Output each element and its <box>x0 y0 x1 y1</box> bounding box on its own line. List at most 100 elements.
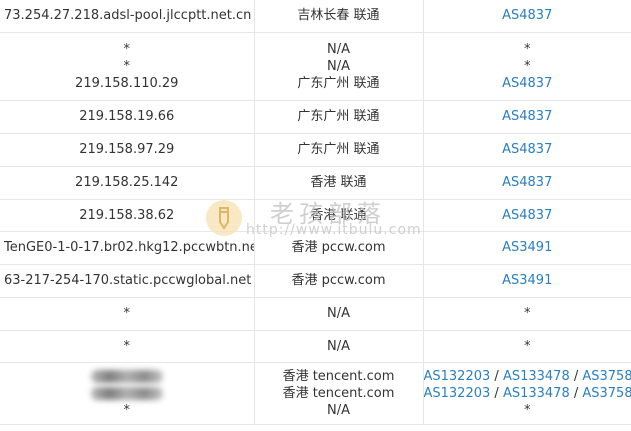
host-cell: 73.254.27.218.adsl-pool.jlccptt.net.cn <box>0 0 255 33</box>
location-text: 香港 tencent.com <box>282 385 395 401</box>
location-cell: 香港 pccw.com <box>254 264 424 298</box>
host-text: * <box>123 402 131 418</box>
host-cell: * <box>0 362 255 425</box>
location-text: 香港 pccw.com <box>291 273 386 288</box>
host-cell: 219.158.19.66 <box>0 100 255 134</box>
hop-row: 63-217-254-170.static.pccwglobal.net 香港 p… <box>0 264 631 298</box>
location-text: N/A <box>327 338 350 354</box>
asn-link[interactable]: AS3491 <box>502 240 552 255</box>
host-text: 219.158.110.29 <box>75 75 179 91</box>
location-text: N/A <box>327 402 350 418</box>
asn-link[interactable]: AS132203 <box>424 369 491 384</box>
traceroute-table: 73.254.27.218.adsl-pool.jlccptt.net.cn 吉林… <box>0 0 631 425</box>
location-text: 香港 tencent.com <box>282 368 395 384</box>
asn-line: * <box>424 402 631 419</box>
location-cell: N/A <box>254 297 424 331</box>
asn-line: AS132203 / AS133478 / AS3758 <box>424 368 631 385</box>
location-text: 吉林长春 联通 <box>297 8 380 24</box>
asn-link[interactable]: AS133478 <box>503 386 570 401</box>
hop-row: 73.254.27.218.adsl-pool.jlccptt.net.cn 吉林… <box>0 0 631 33</box>
asn-link[interactable]: AS132203 <box>424 386 491 401</box>
host-line <box>0 385 253 402</box>
asn-unknown: * <box>524 338 531 354</box>
asn-link[interactable]: AS4837 <box>502 109 552 124</box>
asn-link[interactable]: AS3758 <box>582 369 631 384</box>
asn-line: * <box>424 58 631 75</box>
hop-row: * N/A * <box>0 330 631 363</box>
host-cell: TenGE0-1-0-17.br02.hkg12.pccwbtn.net <box>0 231 255 265</box>
hop-row: * * 219.158.110.29 N/A N/A 广东广州 联通 * * AS4837 <box>0 32 631 101</box>
location-text: 广东广州 联通 <box>297 142 380 157</box>
asn-line: AS4837 <box>424 174 631 191</box>
asn-link[interactable]: AS133478 <box>503 369 570 384</box>
host-text: * <box>123 41 131 57</box>
asn-line: * <box>424 41 631 58</box>
location-text: N/A <box>327 58 350 74</box>
asn-line: AS4837 <box>424 108 631 125</box>
asn-link[interactable]: AS3758 <box>582 386 631 401</box>
asn-cell: AS132203 / AS133478 / AS3758 AS132203 / A… <box>423 362 631 425</box>
host-cell: * <box>0 330 255 363</box>
location-cell: N/A <box>254 330 424 363</box>
host-text: 219.158.19.66 <box>79 109 175 124</box>
asn-cell: * <box>423 330 631 363</box>
location-text: N/A <box>327 306 350 321</box>
asn-line: AS4837 <box>424 141 631 158</box>
asn-cell: AS4837 <box>423 199 631 232</box>
redacted-host <box>90 386 163 400</box>
asn-line: AS4837 <box>424 75 631 92</box>
host-cell: 219.158.25.142 <box>0 166 255 200</box>
asn-cell: AS4837 <box>423 166 631 200</box>
host-text: TenGE0-1-0-17.br02.hkg12.pccwbtn.net <box>4 240 254 255</box>
asn-cell: * * AS4837 <box>423 32 631 101</box>
hop-row: 219.158.38.62 香港 联通 AS4837 <box>0 199 631 232</box>
hop-row: 219.158.19.66 广东广州 联通 AS4837 <box>0 100 631 134</box>
asn-link[interactable]: AS4837 <box>502 76 552 91</box>
location-cell: 香港 联通 <box>254 199 424 232</box>
asn-separator: / <box>569 368 583 384</box>
asn-unknown: * <box>524 41 531 57</box>
hop-row: 219.158.97.29 广东广州 联通 AS4837 <box>0 133 631 167</box>
host-text: * <box>123 58 131 74</box>
asn-line: AS132203 / AS133478 / AS3758 <box>424 385 631 402</box>
asn-line: AS4837 <box>424 207 631 224</box>
asn-unknown: * <box>524 402 531 418</box>
asn-link[interactable]: AS4837 <box>502 208 552 223</box>
asn-line: * <box>424 305 631 322</box>
location-text: N/A <box>327 41 350 57</box>
asn-link[interactable]: AS4837 <box>502 142 552 157</box>
asn-separator: / <box>490 368 503 384</box>
asn-link[interactable]: AS3491 <box>502 273 552 288</box>
hop-row: 219.158.25.142 香港 联通 AS4837 <box>0 166 631 200</box>
asn-cell: AS4837 <box>423 133 631 167</box>
host-text: 219.158.97.29 <box>79 142 175 157</box>
asn-link[interactable]: AS4837 <box>502 8 552 23</box>
asn-cell: AS4837 <box>423 0 631 33</box>
hop-row: TenGE0-1-0-17.br02.hkg12.pccwbtn.net 香港 p… <box>0 231 631 265</box>
asn-cell: AS3491 <box>423 264 631 298</box>
host-text: 219.158.38.62 <box>79 207 175 223</box>
location-cell: 香港 pccw.com <box>254 231 424 265</box>
location-cell: N/A N/A 广东广州 联通 <box>254 32 424 101</box>
hop-row: * N/A * <box>0 297 631 331</box>
host-text: 63-217-254-170.static.pccwglobal.net <box>4 273 252 288</box>
asn-line: AS3491 <box>424 239 631 256</box>
location-text: 广东广州 联通 <box>297 109 380 124</box>
asn-link[interactable]: AS4837 <box>502 175 552 190</box>
asn-line: * <box>424 338 631 355</box>
host-line <box>0 368 253 385</box>
location-cell: 广东广州 联通 <box>254 100 424 134</box>
location-cell: 吉林长春 联通 <box>254 0 424 33</box>
host-cell: 219.158.38.62 <box>0 199 255 232</box>
traceroute-body: 73.254.27.218.adsl-pool.jlccptt.net.cn 吉林… <box>0 0 631 425</box>
host-text: * <box>123 338 131 354</box>
host-text: 219.158.25.142 <box>75 175 179 190</box>
asn-separator: / <box>490 385 503 401</box>
host-cell: * <box>0 297 255 331</box>
host-text: 73.254.27.218.adsl-pool.jlccptt.net.cn <box>4 8 252 24</box>
location-cell: 香港 tencent.com 香港 tencent.com N/A <box>254 362 424 425</box>
asn-separator: / <box>569 385 583 401</box>
asn-line: AS4837 <box>424 7 631 24</box>
redacted-host <box>90 369 163 383</box>
asn-unknown: * <box>524 306 531 321</box>
